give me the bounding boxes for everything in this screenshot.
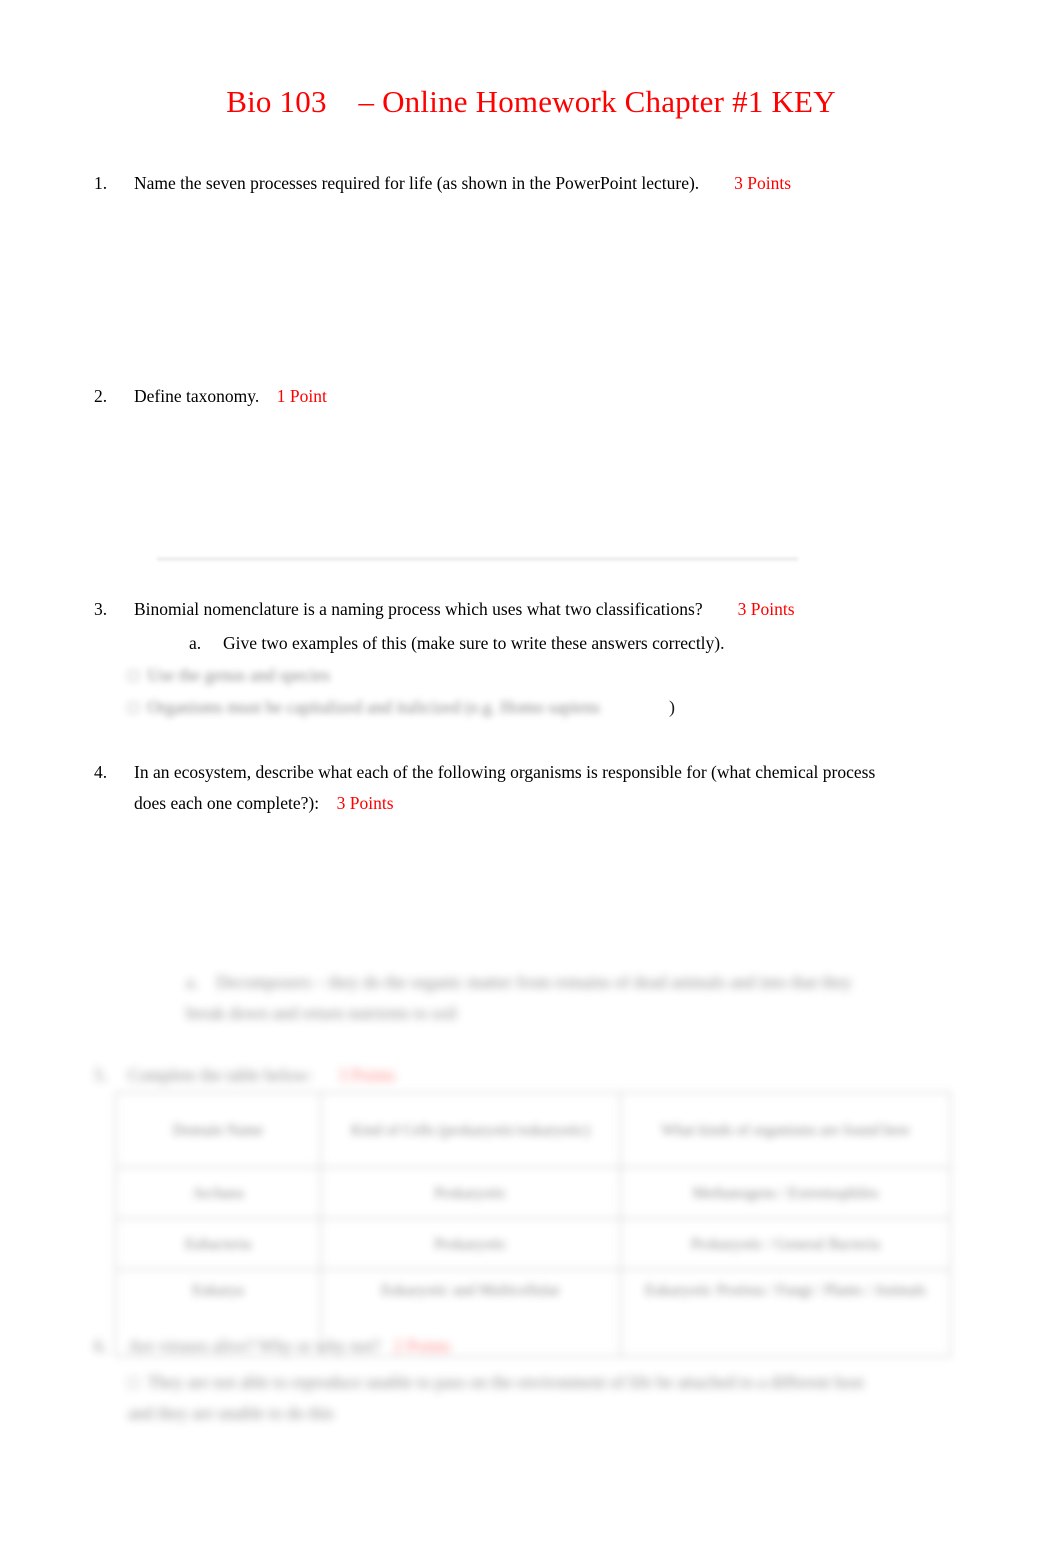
question-3-closing-paren: ) (669, 697, 675, 717)
question-2-points: 1 Point (276, 386, 327, 406)
question-3-answer-1-redacted: □ Use the genus and species (128, 660, 748, 691)
table-row: Eubacteria Prokaryotic Prokaryotic / Gen… (115, 1218, 951, 1270)
question-6-redacted: 6. Are viruses alive? Why or why not? 2 P… (94, 1331, 594, 1362)
table-header-cell-2: Kind of Cells (prokaryotic/eukaryotic) (320, 1092, 621, 1168)
question-3-answer-2-text: Organisms must be capitalized and italic… (147, 697, 600, 717)
table-header-row: Domain Name Kind of Cells (prokaryotic/e… (115, 1092, 951, 1168)
question-3-body: Binomial nomenclature is a naming proces… (134, 594, 994, 625)
table-cell-celltype: Prokaryotic (320, 1167, 621, 1219)
question-6-answer-redacted: □ They are not able to reproduce unable … (128, 1367, 888, 1429)
question-2-number: 2. (94, 386, 108, 406)
question-1: 1. Name the seven processes required for… (94, 168, 974, 199)
question-2-body: Define taxonomy. 1 Point (134, 381, 974, 412)
question-4-text: In an ecosystem, describe what each of t… (134, 762, 876, 813)
question-6-answer-text: They are not able to reproduce unable to… (128, 1372, 864, 1423)
question-3: 3. Binomial nomenclature is a naming pro… (94, 594, 994, 625)
question-5-redacted: 5. Complete the table below: 3 Points (94, 1060, 534, 1091)
question-2: 2. Define taxonomy. 1 Point (94, 381, 974, 412)
question-5-points: 3 Points (338, 1065, 396, 1085)
question-3-sub-a-text: Give two examples of this (make sure to … (223, 633, 725, 653)
question-4-points: 3 Points (336, 793, 394, 813)
question-6-text: Are viruses alive? Why or why not? (128, 1336, 381, 1356)
table-header-cell-3: What kinds of organisms are found here (620, 1092, 951, 1168)
question-3-sub-a: a. Give two examples of this (make sure … (189, 628, 949, 659)
question-5-number: 5. (94, 1065, 108, 1085)
question-4-sub-a-text: Decomposers – they do the organic matter… (186, 972, 852, 1023)
question-4: 4. In an ecosystem, describe what each o… (94, 757, 884, 819)
question-1-body: Name the seven processes required for li… (134, 168, 974, 199)
question-1-number: 1. (94, 173, 108, 193)
question-4-number: 4. (94, 762, 108, 782)
question-2-text: Define taxonomy. (134, 386, 260, 406)
question-6-number: 6. (94, 1336, 108, 1356)
page-title: Bio 103 – Online Homework Chapter #1 KEY (226, 84, 836, 119)
question-1-points: 3 Points (734, 173, 792, 193)
answer-rule-divider (157, 558, 798, 560)
question-4-body: In an ecosystem, describe what each of t… (134, 757, 884, 819)
question-5-text: Complete the table below: (128, 1065, 313, 1085)
question-3-text: Binomial nomenclature is a naming proces… (134, 599, 703, 619)
table-header-cell-1: Domain Name (115, 1092, 321, 1168)
table-cell-domain: Eubacteria (115, 1218, 321, 1270)
question-3-number: 3. (94, 599, 108, 619)
table-cell-celltype: Prokaryotic (320, 1218, 621, 1270)
document-page: Bio 103 – Online Homework Chapter #1 KEY… (0, 0, 1062, 1561)
question-6-points: 2 Points (393, 1336, 451, 1356)
table-cell-organisms: Methanogens / Extremophiles (620, 1167, 951, 1219)
bullet-marker: □ (128, 1372, 148, 1392)
bullet-marker: □ (128, 697, 148, 717)
question-4-sub-a-redacted: a. Decomposers – they do the organic matt… (186, 967, 886, 1029)
question-3-points: 3 Points (737, 599, 795, 619)
bullet-marker: □ (128, 665, 148, 685)
table-cell-domain: Archaea (115, 1167, 321, 1219)
question-1-text: Name the seven processes required for li… (134, 173, 700, 193)
question-3-sub-a-letter: a. (189, 633, 202, 653)
domain-table-wrapper: Domain Name Kind of Cells (prokaryotic/e… (115, 1092, 951, 1357)
domain-table: Domain Name Kind of Cells (prokaryotic/e… (115, 1092, 951, 1357)
table-cell-organisms: Prokaryotic / General Bacteria (620, 1218, 951, 1270)
question-3-answer-1-text: Use the genus and species (147, 665, 331, 685)
table-cell-organisms: Eukaryotic Protista / Fungi / Plants / A… (620, 1269, 951, 1357)
table-row: Archaea Prokaryotic Methanogens / Extrem… (115, 1167, 951, 1219)
question-3-answer-2-redacted: □ Organisms must be capitalized and ital… (128, 692, 688, 723)
question-4-sub-a-letter: a. (186, 972, 199, 992)
